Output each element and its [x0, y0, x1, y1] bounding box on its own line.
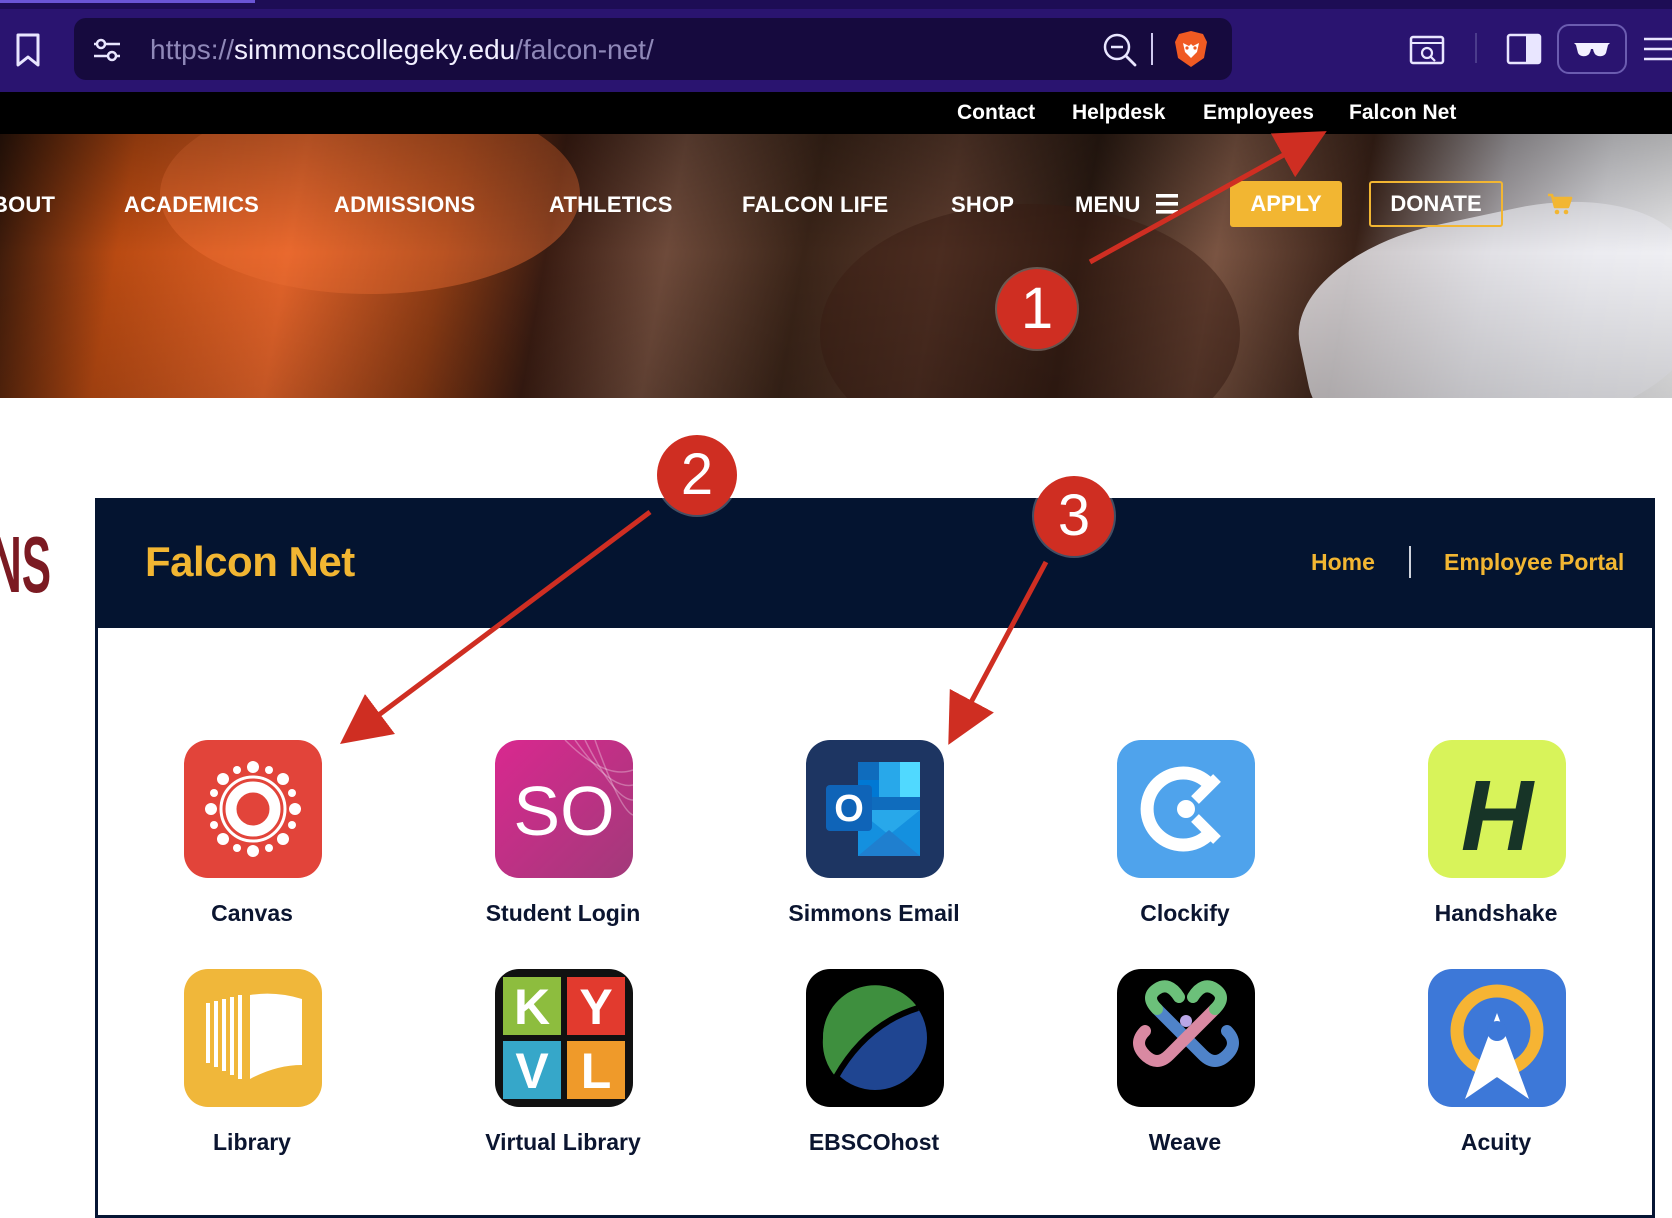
brave-shields-icon[interactable]	[1170, 28, 1212, 70]
utility-link-falcon-net[interactable]: Falcon Net	[1349, 98, 1456, 128]
canvas-icon[interactable]	[184, 740, 322, 878]
donate-button[interactable]: DONATE	[1369, 181, 1503, 227]
ebscohost-icon[interactable]	[806, 969, 944, 1107]
nav-about[interactable]: BOUT	[0, 190, 55, 220]
zoom-icon[interactable]	[1102, 32, 1138, 68]
app-label[interactable]: Clockify	[1065, 898, 1305, 928]
hero-image	[0, 134, 1672, 398]
student-login-icon[interactable]: SO	[495, 740, 633, 878]
url-text[interactable]: https://simmonscollegeky.edu/falcon-net/	[150, 30, 654, 70]
active-tab-indicator[interactable]	[0, 0, 255, 3]
utility-link-helpdesk[interactable]: Helpdesk	[1072, 98, 1165, 128]
screenshot-icon[interactable]	[1406, 28, 1448, 70]
site-settings-icon[interactable]	[90, 33, 124, 67]
utility-link-employees[interactable]: Employees	[1203, 98, 1314, 128]
nav-shop[interactable]: SHOP	[951, 190, 1014, 220]
kyvl-letter-k: K	[514, 979, 550, 1035]
app-label[interactable]: Library	[132, 1127, 372, 1157]
url-scheme: https://	[150, 34, 235, 65]
annotation-badge-3: 3	[1034, 476, 1114, 556]
library-icon[interactable]	[184, 969, 322, 1107]
urlbar-divider	[1151, 33, 1153, 65]
app-label[interactable]: Canvas	[132, 898, 372, 928]
falcon-net-title: Falcon Net	[145, 538, 355, 585]
url-host: simmonscollegeky.edu	[234, 34, 516, 65]
clockify-icon[interactable]	[1117, 740, 1255, 878]
hero-overlay	[0, 134, 1672, 398]
employee-portal-link[interactable]: Employee Portal	[1444, 545, 1624, 579]
kyvl-letter-y: Y	[579, 979, 612, 1035]
toolbar-divider	[1475, 33, 1477, 63]
app-label[interactable]: Simmons Email	[754, 898, 994, 928]
nav-athletics[interactable]: ATHLETICS	[549, 190, 673, 220]
nav-academics[interactable]: ACADEMICS	[124, 190, 259, 220]
outlook-icon[interactable]: O	[806, 740, 944, 878]
nav-admissions[interactable]: ADMISSIONS	[334, 190, 475, 220]
utility-link-contact[interactable]: Contact	[957, 98, 1035, 128]
annotation-badge-2: 2	[657, 435, 737, 515]
falcon-net-home-link[interactable]: Home	[1311, 545, 1375, 579]
acuity-icon[interactable]	[1428, 969, 1566, 1107]
student-login-icon-text: SO	[513, 772, 614, 850]
header-link-divider	[1409, 546, 1411, 578]
outlook-icon-text: O	[834, 788, 864, 830]
hamburger-icon[interactable]	[1640, 28, 1672, 70]
app-label[interactable]: Virtual Library	[443, 1127, 683, 1157]
nav-menu[interactable]: MENU	[1075, 190, 1141, 220]
app-label[interactable]: Handshake	[1376, 898, 1616, 928]
cart-icon[interactable]	[1547, 192, 1573, 216]
bookmark-icon[interactable]	[8, 30, 48, 70]
apply-button[interactable]: APPLY	[1230, 181, 1342, 227]
handshake-icon-text: H	[1461, 760, 1535, 872]
handshake-icon[interactable]: H	[1428, 740, 1566, 878]
app-label[interactable]: EBSCOhost	[754, 1127, 994, 1157]
menu-hamburger-icon[interactable]	[1155, 192, 1179, 216]
app-label[interactable]: Student Login	[443, 898, 683, 928]
kyvl-letter-v: V	[515, 1043, 549, 1099]
weave-icon[interactable]	[1117, 969, 1255, 1107]
reader-mode-icon[interactable]	[1557, 24, 1627, 74]
app-label[interactable]: Weave	[1065, 1127, 1305, 1157]
partial-heading: NS	[0, 520, 52, 609]
url-path: /falcon-net/	[515, 34, 654, 65]
annotation-badge-1: 1	[997, 269, 1077, 349]
sidebar-icon[interactable]	[1503, 28, 1545, 70]
app-label[interactable]: Acuity	[1376, 1127, 1616, 1157]
kyvl-icon[interactable]: K Y V L	[495, 969, 633, 1107]
nav-falcon-life[interactable]: FALCON LIFE	[742, 190, 888, 220]
kyvl-letter-l: L	[581, 1043, 612, 1099]
